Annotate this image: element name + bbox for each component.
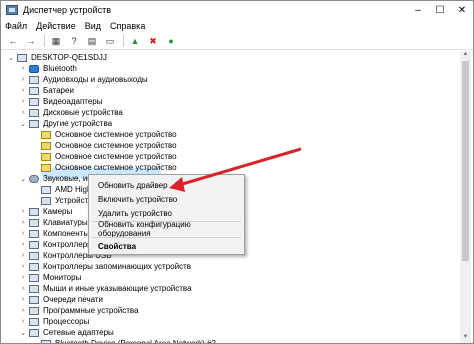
device-manager-window: Диспетчер устройств – ☐ ✕ Файл Действие … bbox=[0, 0, 474, 344]
red-arrow-annotation bbox=[169, 147, 302, 192]
